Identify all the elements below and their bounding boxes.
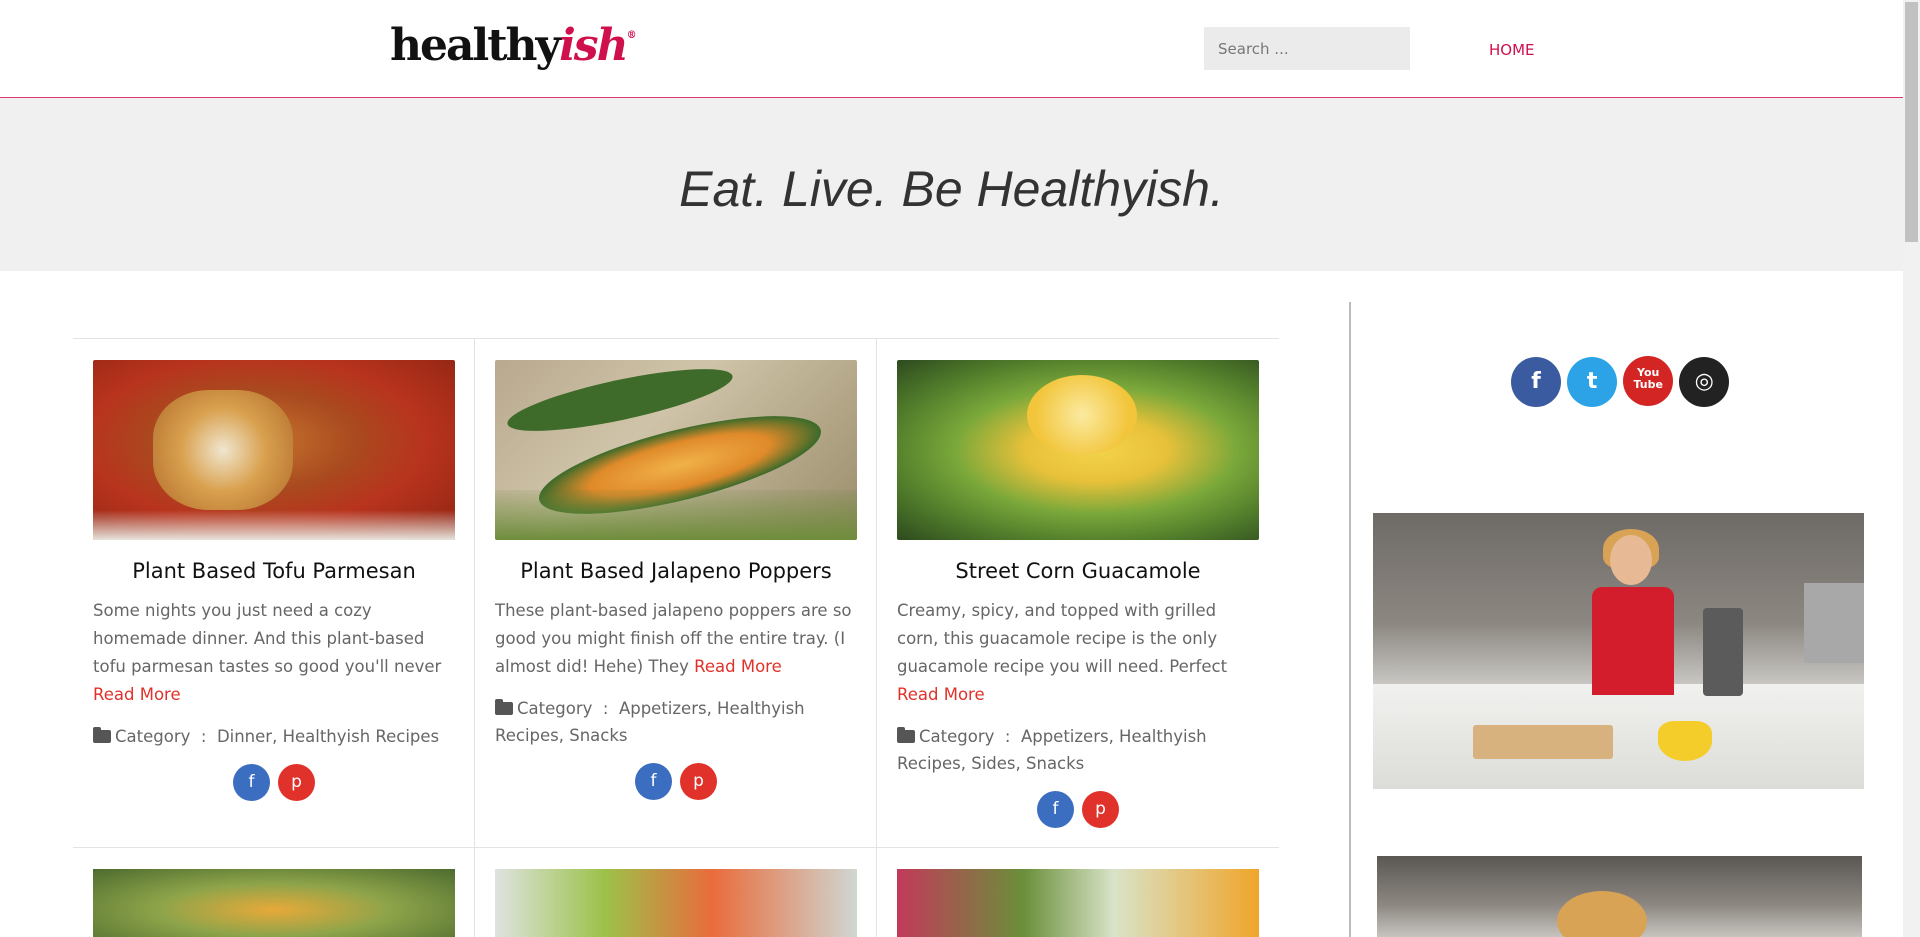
post-thumbnail[interactable] xyxy=(495,360,857,540)
folder-icon xyxy=(897,727,915,743)
pinterest-share-icon[interactable]: p xyxy=(1082,791,1119,828)
facebook-share-icon[interactable]: f xyxy=(233,764,270,801)
share-buttons: fp xyxy=(897,791,1259,828)
share-buttons: fp xyxy=(93,764,455,801)
read-more-link[interactable]: Read More xyxy=(694,657,782,676)
post-excerpt: These plant-based jalapeno poppers are s… xyxy=(495,597,857,681)
category-separator: : xyxy=(200,727,207,746)
post-thumbnail[interactable] xyxy=(93,869,455,937)
grid-column-divider xyxy=(474,338,475,937)
facebook-share-icon[interactable]: f xyxy=(1037,791,1074,828)
category-separator: : xyxy=(1004,727,1011,746)
read-more-link[interactable]: Read More xyxy=(93,685,181,704)
share-buttons: fp xyxy=(495,763,857,800)
youtube-icon-text-bottom: Tube xyxy=(1633,378,1663,391)
post-excerpt-text: Some nights you just need a cozy homemad… xyxy=(93,601,442,676)
sidebar-divider xyxy=(1349,302,1351,937)
logo-registered-mark: ® xyxy=(626,30,637,41)
folder-icon xyxy=(93,727,111,743)
facebook-share-icon[interactable]: f xyxy=(635,763,672,800)
folder-icon xyxy=(495,699,513,715)
pinterest-share-icon[interactable]: p xyxy=(278,764,315,801)
logo-text-accent: ish xyxy=(559,20,628,71)
post-thumbnail[interactable] xyxy=(495,869,857,937)
site-logo[interactable]: healthyish® xyxy=(390,20,637,71)
category-links[interactable]: Dinner, Healthyish Recipes xyxy=(217,727,439,746)
social-links: f t You Tube ◎ xyxy=(1511,356,1730,407)
post-categories: Category : Dinner, Healthyish Recipes xyxy=(93,723,455,750)
hero-tagline: Eat. Live. Be Healthyish. xyxy=(679,161,1224,217)
youtube-icon[interactable]: You Tube xyxy=(1623,356,1674,406)
category-label: Category xyxy=(919,727,995,746)
video-frame xyxy=(1373,513,1864,789)
video-thumbnail[interactable] xyxy=(1377,856,1862,937)
read-more-link[interactable]: Read More xyxy=(897,685,985,704)
post-card: Plant Based Tofu Parmesan Some nights yo… xyxy=(93,360,455,801)
grid-column-divider xyxy=(876,338,877,937)
category-separator: : xyxy=(602,699,609,718)
post-title[interactable]: Plant Based Tofu Parmesan xyxy=(93,559,455,583)
pinterest-share-icon[interactable]: p xyxy=(680,763,717,800)
search-input[interactable] xyxy=(1204,27,1410,70)
post-excerpt: Creamy, spicy, and topped with grilled c… xyxy=(897,597,1259,709)
facebook-icon[interactable]: f xyxy=(1511,357,1561,407)
post-categories: Category : Appetizers, Healthyish Recipe… xyxy=(495,695,857,749)
twitter-icon[interactable]: t xyxy=(1567,357,1618,407)
hero-banner: Eat. Live. Be Healthyish. xyxy=(0,98,1903,271)
post-thumbnail[interactable] xyxy=(93,360,455,540)
video-frame xyxy=(1377,856,1862,937)
post-card: Plant Based Jalapeno Poppers These plant… xyxy=(495,360,857,800)
grid-divider-middle xyxy=(73,847,1279,848)
category-label: Category xyxy=(115,727,191,746)
post-thumbnail[interactable] xyxy=(897,869,1259,937)
nav-item-home[interactable]: HOME xyxy=(1489,41,1535,59)
page-scrollbar[interactable] xyxy=(1903,0,1920,937)
scrollbar-thumb[interactable] xyxy=(1905,2,1918,242)
logo-text-main: healthy xyxy=(390,20,561,71)
post-categories: Category : Appetizers, Healthyish Recipe… xyxy=(897,723,1259,777)
post-excerpt-text: Creamy, spicy, and topped with grilled c… xyxy=(897,601,1228,676)
post-excerpt-text: These plant-based jalapeno poppers are s… xyxy=(495,601,852,676)
category-label: Category xyxy=(517,699,593,718)
video-thumbnail[interactable] xyxy=(1373,513,1864,789)
post-excerpt: Some nights you just need a cozy homemad… xyxy=(93,597,455,709)
instagram-icon[interactable]: ◎ xyxy=(1679,357,1730,407)
post-card: Street Corn Guacamole Creamy, spicy, and… xyxy=(897,360,1259,828)
site-header: healthyish® HOME xyxy=(0,0,1903,98)
grid-divider-top xyxy=(73,338,1279,339)
post-thumbnail[interactable] xyxy=(897,360,1259,540)
post-title[interactable]: Plant Based Jalapeno Poppers xyxy=(495,559,857,583)
post-title[interactable]: Street Corn Guacamole xyxy=(897,559,1259,583)
